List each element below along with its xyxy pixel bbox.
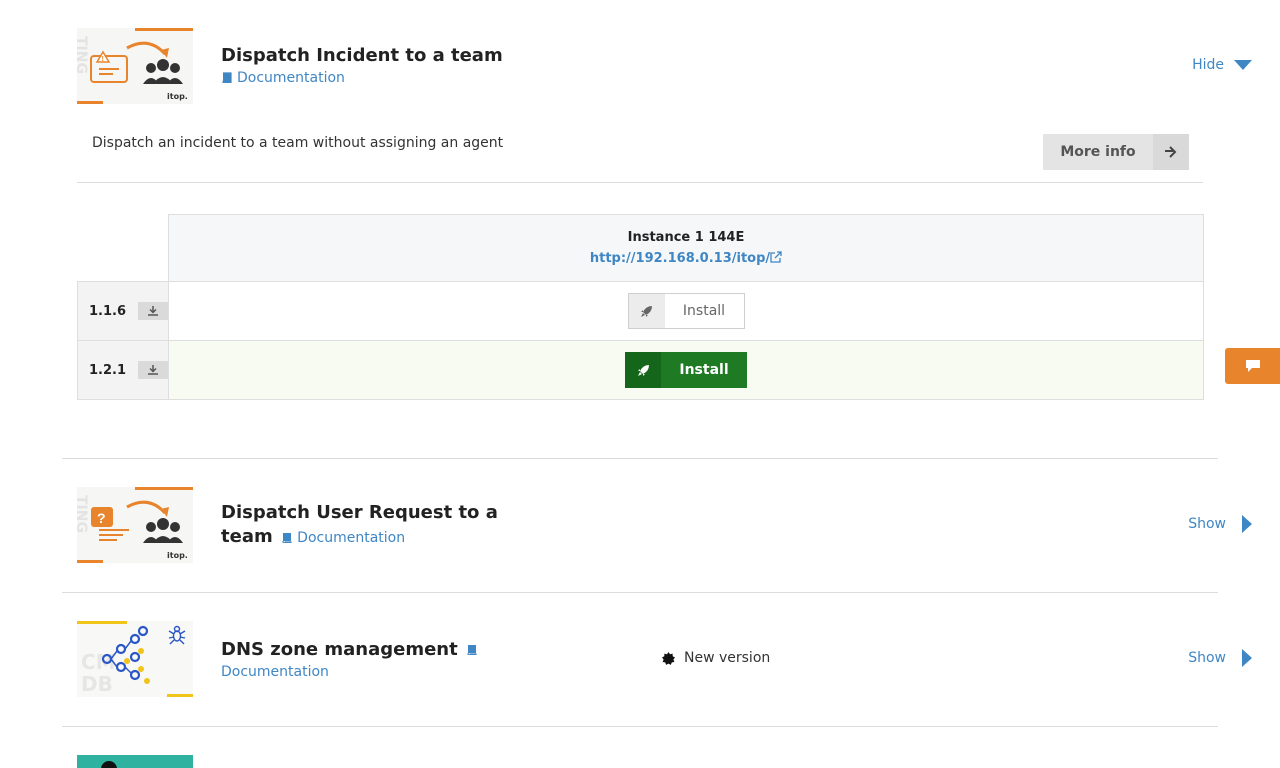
dns-network-icon: DB CM	[77, 621, 193, 697]
svg-text:DB: DB	[81, 672, 113, 696]
version-cell: 1.2.1	[76, 340, 170, 400]
svg-text:?: ?	[97, 510, 106, 526]
instance-url-link[interactable]: http://192.168.0.13/itop/	[590, 251, 782, 266]
divider	[62, 592, 1218, 593]
arrow-right-icon	[1153, 134, 1189, 170]
more-info-label: More info	[1060, 144, 1136, 160]
extension-title: Dispatch Incident to a team	[221, 45, 503, 66]
version-number: 1.2.1	[89, 362, 127, 378]
new-version-badge: New version	[662, 650, 770, 666]
documentation-link-label: Documentation	[221, 664, 329, 680]
chat-feedback-button[interactable]	[1225, 348, 1280, 384]
documentation-link[interactable]: Documentation	[281, 530, 405, 546]
caret-right-icon	[1242, 515, 1252, 533]
new-version-label: New version	[684, 650, 771, 666]
comment-icon	[1245, 360, 1260, 372]
book-icon	[467, 645, 477, 656]
table-row: 1.2.1 Install	[76, 340, 1204, 400]
table-row: 1.1.6 Install	[76, 281, 1204, 341]
instance-name: Instance 1 144E	[627, 230, 745, 245]
extension-title: DNS zone management	[221, 639, 458, 660]
instance-table: Instance 1 144E http://192.168.0.13/itop…	[76, 214, 1204, 400]
documentation-link-label: Documentation	[297, 530, 406, 546]
caret-right-icon	[1242, 649, 1252, 667]
divider	[62, 726, 1218, 727]
show-toggle[interactable]: Show	[1188, 515, 1252, 533]
rocket-icon	[628, 294, 665, 328]
book-icon	[282, 533, 292, 543]
external-link-icon	[770, 251, 782, 263]
avatar	[101, 761, 117, 768]
show-label: Show	[1188, 650, 1226, 666]
caret-down-icon	[1234, 60, 1252, 70]
extension-title: Dispatch User Request to a	[221, 502, 498, 523]
install-label: Install	[679, 362, 729, 378]
divider	[62, 458, 1218, 459]
extension-thumbnail: TING ! itop.	[77, 28, 193, 104]
show-label: Show	[1188, 516, 1226, 532]
incident-warning-icon: TING ! itop.	[77, 28, 193, 104]
download-icon	[148, 306, 159, 316]
action-cell: Install	[168, 340, 1204, 400]
svg-text:itop.: itop.	[167, 92, 188, 101]
user-request-question-icon: TING ? itop.	[77, 487, 193, 563]
svg-text:TING: TING	[77, 36, 89, 74]
certificate-icon	[662, 651, 675, 665]
title-block: DNS zone management Documentation	[221, 638, 541, 682]
hide-toggle[interactable]: Hide	[1192, 57, 1252, 73]
hide-label: Hide	[1192, 57, 1224, 73]
documentation-link[interactable]: Documentation	[221, 664, 329, 680]
extension-thumbnail: DB CM	[77, 621, 193, 697]
documentation-link-label: Documentation	[237, 70, 345, 86]
title-block: Dispatch Incident to a team Documentatio…	[221, 44, 541, 88]
extension-thumbnail: TING ? itop.	[77, 487, 193, 563]
instance-url: http://192.168.0.13/itop/	[589, 251, 771, 266]
show-toggle[interactable]: Show	[1188, 649, 1252, 667]
documentation-link[interactable]: Documentation	[221, 70, 345, 86]
extension-description: Dispatch an incident to a team without a…	[92, 135, 504, 151]
divider	[77, 182, 1203, 183]
svg-text:!: !	[102, 56, 104, 63]
download-button[interactable]	[138, 361, 169, 379]
instance-header: Instance 1 144E http://192.168.0.13/itop…	[168, 214, 1204, 282]
table-corner	[77, 214, 170, 282]
version-cell: 1.1.6	[76, 281, 170, 341]
extension-thumbnail-partial	[77, 755, 193, 768]
action-cell: Install	[168, 281, 1204, 341]
book-icon	[222, 72, 232, 83]
install-label: Install	[682, 303, 726, 319]
svg-text:itop.: itop.	[167, 551, 188, 560]
extension-title-line2: team	[221, 526, 273, 547]
install-button-primary[interactable]: Install	[625, 352, 747, 388]
version-number: 1.1.6	[89, 303, 127, 319]
install-button[interactable]: Install	[627, 293, 745, 329]
more-info-button[interactable]: More info	[1043, 134, 1189, 170]
svg-text:TING: TING	[77, 495, 89, 533]
download-icon	[148, 365, 159, 375]
download-button[interactable]	[138, 302, 169, 320]
title-block: Dispatch User Request to a team Document…	[221, 501, 541, 549]
rocket-icon	[625, 352, 661, 388]
